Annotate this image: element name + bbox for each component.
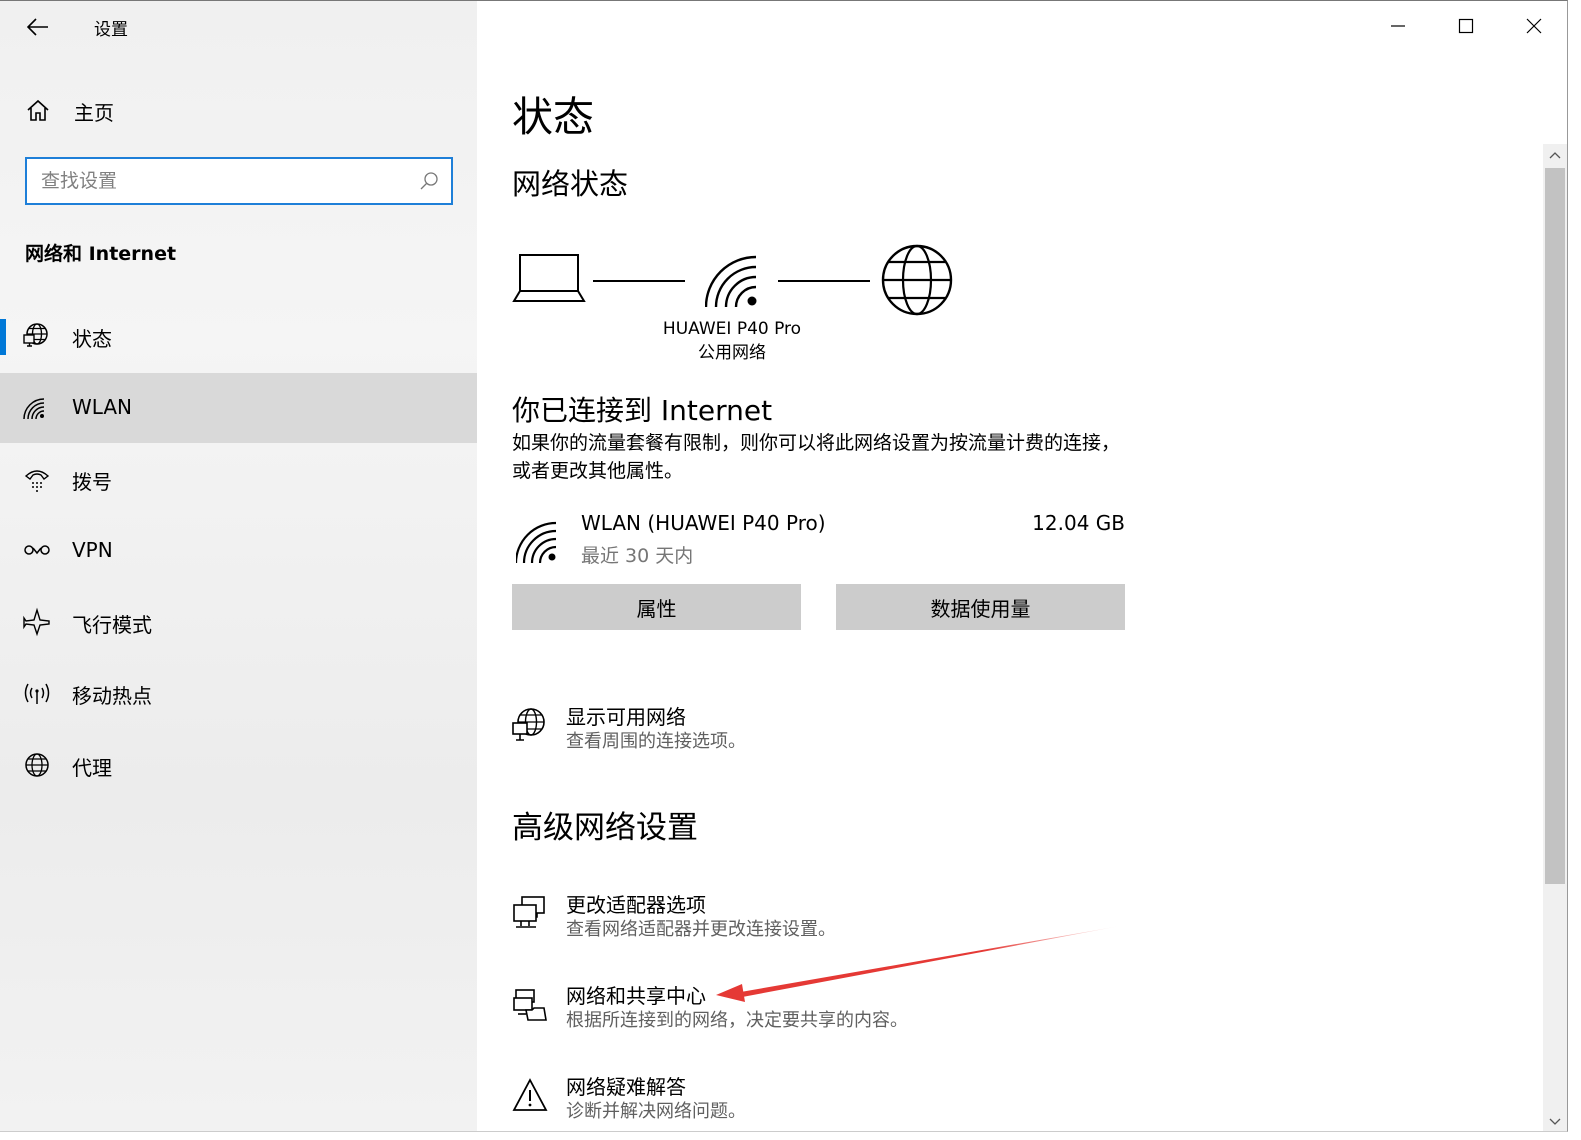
sidebar-item-airplane[interactable]: 飞行模式: [0, 587, 477, 657]
close-icon: [1526, 18, 1542, 34]
minimize-button[interactable]: [1364, 1, 1432, 51]
search-box[interactable]: [25, 157, 453, 205]
scroll-down-button[interactable]: [1543, 1111, 1567, 1131]
airplane-icon: [23, 607, 50, 637]
link-title: 网络疑难解答: [566, 1075, 686, 1099]
section-title: 网络和 Internet: [25, 243, 177, 265]
data-usage-button[interactable]: 数据使用量: [836, 584, 1125, 630]
link-description: 根据所连接到的网络，决定要共享的内容。: [566, 1010, 908, 1031]
page-title: 状态: [512, 93, 594, 141]
network-type: 公用网络: [698, 343, 766, 363]
link-description: 查看周围的连接选项。: [566, 731, 746, 752]
main-content: 状态 网络状态 HUAWEI P40 Pro 公用网络 你已连接到 Intern…: [477, 1, 1542, 1131]
globe-icon: [25, 753, 49, 777]
back-arrow-icon: [27, 18, 48, 36]
change-adapter-options-link[interactable]: 更改适配器选项 查看网络适配器并更改连接设置。: [512, 889, 1112, 949]
globe-monitor-icon: [23, 323, 48, 347]
sidebar-item-label: 拨号: [72, 470, 112, 494]
app-title: 设置: [94, 20, 128, 40]
wifi-icon: [516, 521, 557, 564]
sidebar-item-label: VPN: [72, 538, 113, 562]
data-usage-value: 12.04 GB: [1032, 511, 1125, 535]
back-button[interactable]: [18, 9, 58, 45]
scroll-up-button[interactable]: [1543, 144, 1567, 166]
connected-description: 如果你的流量套餐有限制，则你可以将此网络设置为按流量计费的连接，或者更改其他属性…: [512, 432, 1121, 482]
sidebar-item-hotspot[interactable]: 移动热点: [0, 658, 477, 728]
laptop-icon: [512, 254, 586, 302]
connection-name: WLAN (HUAWEI P40 Pro): [581, 511, 826, 535]
sidebar-item-proxy[interactable]: 代理: [0, 730, 477, 800]
network-sharing-center-link[interactable]: 网络和共享中心 根据所连接到的网络，决定要共享的内容。: [512, 980, 1112, 1040]
connection-period: 最近 30 天内: [581, 545, 694, 567]
selected-indicator: [0, 319, 6, 355]
sidebar-item-vpn[interactable]: VPN: [0, 516, 477, 586]
sidebar-item-dialup[interactable]: 拨号: [0, 444, 477, 514]
chevron-down-icon: [1549, 1118, 1561, 1125]
maximize-icon: [1458, 18, 1474, 34]
wifi-signal-icon: [705, 255, 757, 308]
window-controls: [1364, 1, 1567, 51]
sidebar-item-label: 状态: [72, 327, 112, 351]
properties-button[interactable]: 属性: [512, 584, 801, 630]
link-description: 查看网络适配器并更改连接设置。: [566, 919, 836, 940]
search-icon[interactable]: [417, 169, 441, 193]
scroll-thumb[interactable]: [1545, 168, 1565, 884]
close-button[interactable]: [1500, 1, 1567, 51]
chevron-up-icon: [1549, 152, 1561, 159]
sidebar-item-label: 移动热点: [72, 684, 152, 708]
link-line: [778, 280, 870, 282]
search-input[interactable]: [41, 167, 411, 195]
sidebar-item-status[interactable]: 状态: [0, 301, 477, 371]
sidebar-item-label: 飞行模式: [72, 613, 152, 637]
vpn-icon: [24, 545, 50, 555]
sidebar-item-wlan[interactable]: WLAN: [0, 373, 477, 443]
network-adapter-icon: [513, 896, 545, 928]
internet-globe-icon: [881, 244, 953, 316]
home-icon: [27, 99, 49, 121]
settings-window: 设置 主页 网络和 Internet 状态 WLAN 拨号 VPN: [0, 0, 1568, 1132]
wifi-icon: [23, 398, 45, 420]
sidebar: 设置 主页 网络和 Internet 状态 WLAN 拨号 VPN: [0, 1, 477, 1131]
sidebar-item-label: 代理: [72, 756, 112, 780]
hotspot-icon: [24, 683, 50, 704]
network-troubleshooter-link[interactable]: 网络疑难解答 诊断并解决网络问题。: [512, 1071, 1112, 1131]
home-nav-item[interactable]: 主页: [0, 87, 477, 133]
globe-monitor-icon: [512, 708, 545, 741]
show-available-networks-link[interactable]: 显示可用网络 查看周围的连接选项。: [512, 701, 1112, 761]
link-title: 网络和共享中心: [566, 984, 706, 1008]
vertical-scrollbar[interactable]: [1543, 144, 1567, 1131]
network-diagram: HUAWEI P40 Pro 公用网络: [512, 241, 972, 371]
connected-heading: 你已连接到 Internet: [512, 394, 773, 427]
warning-icon: [512, 1078, 548, 1111]
link-title: 更改适配器选项: [566, 893, 706, 917]
network-name: HUAWEI P40 Pro: [662, 319, 802, 339]
link-description: 诊断并解决网络问题。: [566, 1101, 746, 1122]
link-title: 显示可用网络: [566, 705, 686, 729]
home-label: 主页: [74, 101, 114, 125]
network-status-heading: 网络状态: [512, 167, 629, 201]
maximize-button[interactable]: [1432, 1, 1500, 51]
link-line: [593, 280, 685, 282]
connection-row: WLAN (HUAWEI P40 Pro) 最近 30 天内 12.04 GB: [512, 509, 1127, 573]
advanced-settings-heading: 高级网络设置: [512, 810, 698, 846]
sidebar-item-label: WLAN: [72, 395, 133, 419]
network-sharing-icon: [513, 989, 547, 1021]
minimize-icon: [1391, 25, 1405, 27]
title-bar-left: 设置: [0, 1, 477, 53]
dialup-icon: [24, 470, 50, 492]
